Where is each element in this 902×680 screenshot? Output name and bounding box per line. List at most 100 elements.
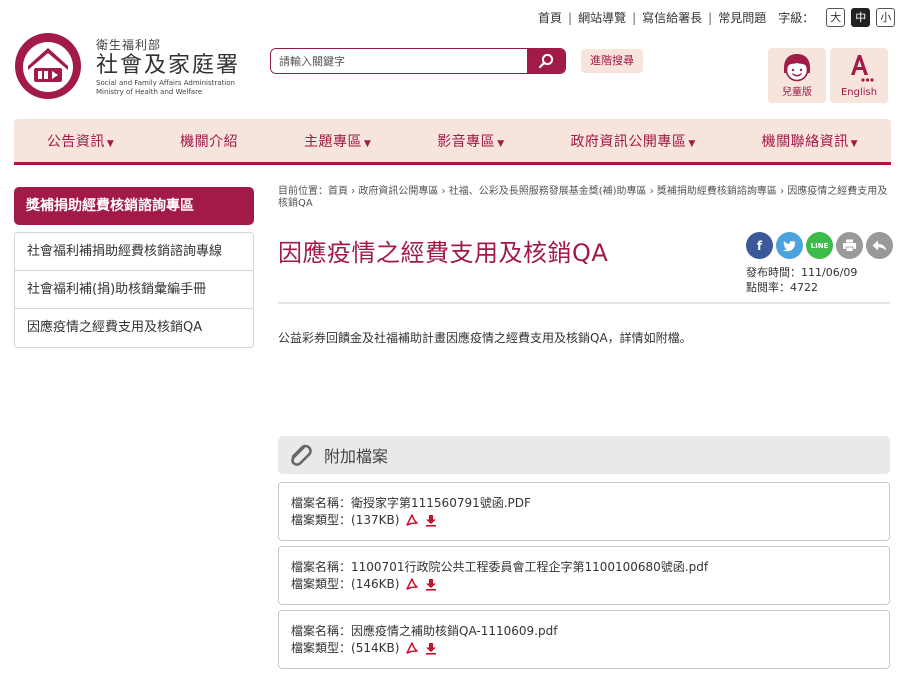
publish-date-row: 發布時間：111/06/09 [746, 265, 857, 280]
breadcrumb-gov-info[interactable]: 政府資訊公開專區 [358, 186, 438, 197]
search-button[interactable] [527, 49, 565, 73]
sidebar-item-handbook[interactable]: 社會福利補(捐)助核銷彙編手冊 [15, 271, 253, 309]
print-icon[interactable] [836, 232, 863, 259]
file-name[interactable]: 衛授家字第111560791號函.PDF [351, 495, 531, 512]
divider: | [632, 10, 637, 25]
caret-down-icon: ▼ [363, 138, 372, 149]
pdf-icon[interactable] [405, 514, 419, 527]
file-type-row: 檔案類型： (146KB) [291, 576, 877, 593]
letter-a-icon [851, 55, 874, 82]
advanced-search-button[interactable]: 進階搜尋 [581, 49, 643, 73]
file-name[interactable]: 因應疫情之補助核銷QA-1110609.pdf [351, 623, 557, 640]
divider: | [568, 10, 573, 25]
paperclip-icon [291, 444, 312, 466]
sidebar-item-hotline[interactable]: 社會福利補捐助經費核銷諮詢專線 [15, 233, 253, 271]
nav-media[interactable]: 影音專區 ▼ [437, 131, 504, 151]
line-share-icon[interactable]: LINE [806, 232, 833, 259]
logo-text: 衛生福利部 社會及家庭署 Social and Family Affairs A… [96, 36, 240, 97]
article-meta: 發布時間：111/06/09 點閱率：4722 [746, 265, 857, 295]
attachment-item: 檔案名稱： 因應疫情之補助核銷QA-1110609.pdf 檔案類型： (514KB… [278, 610, 890, 669]
breadcrumb-home[interactable]: 首頁 [328, 186, 348, 197]
search-icon [538, 53, 554, 69]
hits-count: 4722 [790, 281, 818, 294]
file-type-row: 檔案類型： (137KB) [291, 512, 877, 529]
logo-en-line2: Ministry of Health and Welfare [96, 87, 203, 96]
hits-row: 點閱率：4722 [746, 280, 857, 295]
file-size: (146KB) [351, 577, 400, 591]
pdf-icon[interactable] [405, 642, 419, 655]
caret-down-icon: ▼ [497, 138, 505, 149]
logo-en-line1: Social and Family Affairs Administration [96, 78, 235, 87]
title-divider [278, 302, 890, 304]
logo-emblem-icon [15, 33, 81, 99]
main-nav: 公告資訊 ▼ 機關介紹 主題專區 ▼ 影音專區 ▼ 政府資訊公開專區 ▼ 機關聯絡資訊 ▼ [14, 119, 891, 165]
kids-version-label: 兒童版 [782, 87, 812, 98]
twitter-share-icon[interactable] [776, 232, 803, 259]
file-type-label: 檔案類型： [291, 641, 352, 655]
kids-version-button[interactable]: 兒童版 [768, 48, 826, 103]
font-size-medium-button[interactable]: 中 [851, 8, 871, 27]
caret-down-icon: ▼ [850, 138, 859, 149]
file-name-row: 檔案名稱： 衛授家字第111560791號函.PDF [291, 495, 877, 512]
sidebar-item-covid-qa[interactable]: 因應疫情之經費支用及核銷QA [15, 309, 253, 347]
attachments-title: 附加檔案 [324, 447, 389, 466]
nav-about[interactable]: 機關介紹 [180, 131, 238, 151]
caret-down-icon: ▼ [106, 138, 115, 149]
top-link-sitemap[interactable]: 網站導覽 [578, 9, 626, 26]
sidebar-heading: 獎補捐助經費核銷諮詢專區 [14, 187, 254, 225]
file-size: (137KB) [351, 513, 400, 527]
font-size-large-button[interactable]: 大 [826, 8, 846, 27]
download-icon[interactable] [425, 578, 437, 591]
nav-contact[interactable]: 機關聯絡資訊 ▼ [762, 131, 858, 151]
search-input[interactable] [271, 49, 527, 73]
file-name-label: 檔案名稱： [291, 560, 352, 574]
attachment-item: 檔案名稱： 1100701行政院公共工程委員會工程企字第1100100680號函.… [278, 546, 890, 605]
breadcrumb-consult[interactable]: 獎補捐助經費核銷諮詢專區 [657, 186, 777, 197]
file-name[interactable]: 1100701行政院公共工程委員會工程企字第1100100680號函.pdf [351, 559, 708, 576]
download-icon[interactable] [425, 514, 437, 527]
top-link-mail-director[interactable]: 寫信給署長 [642, 9, 702, 26]
breadcrumb: 目前位置：首頁 › 政府資訊公開專區 › 社福、公彩及長照服務發展基金獎(補)助… [278, 186, 888, 209]
english-version-label: English [840, 87, 878, 98]
file-type-row: 檔案類型： (514KB) [291, 640, 877, 657]
file-name-label: 檔案名稱： [291, 496, 352, 510]
file-type-label: 檔案類型： [291, 577, 352, 591]
search-bar [270, 48, 566, 74]
article-body: 公益彩券回饋金及社福補助計畫因應疫情之經費支用及核銷QA，詳情如附檔。 [278, 331, 692, 345]
site-logo[interactable]: 衛生福利部 社會及家庭署 Social and Family Affairs A… [14, 32, 240, 100]
nav-gov-info[interactable]: 政府資訊公開專區 ▼ [570, 131, 695, 151]
breadcrumb-fund[interactable]: 社福、公彩及長照服務發展基金獎(補)助專區 [449, 186, 647, 197]
nav-label: 機關介紹 [180, 133, 239, 150]
nav-label: 影音專區 [437, 133, 496, 150]
download-icon[interactable] [425, 642, 437, 655]
nav-label: 公告資訊 [46, 133, 105, 150]
top-link-faq[interactable]: 常見問題 [718, 9, 766, 26]
facebook-share-icon[interactable]: f [746, 232, 773, 259]
page-title: 因應疫情之經費支用及核銷QA [278, 239, 609, 267]
pdf-icon[interactable] [405, 578, 419, 591]
divider: | [708, 10, 713, 25]
file-name-row: 檔案名稱： 1100701行政院公共工程委員會工程企字第1100100680號函.… [291, 559, 877, 576]
file-size: (514KB) [351, 641, 400, 655]
file-type-label: 檔案類型： [291, 513, 352, 527]
top-links: 首頁 | 網站導覽 | 寫信給署長 | 常見問題 字級： 大 中 小 [538, 8, 896, 27]
attachment-item: 檔案名稱： 衛授家字第111560791號函.PDF 檔案類型： (137KB) [278, 482, 890, 541]
file-name-label: 檔案名稱： [291, 624, 352, 638]
nav-label: 機關聯絡資訊 [761, 133, 849, 150]
publish-date-label: 發布時間： [746, 266, 801, 279]
sidebar-list: 社會福利補捐助經費核銷諮詢專線 社會福利補(捐)助核銷彙編手冊 因應疫情之經費支… [14, 232, 254, 348]
logo-name: 社會及家庭署 [96, 52, 241, 78]
back-icon[interactable] [866, 232, 893, 259]
child-face-icon [784, 54, 810, 82]
logo-ministry: 衛生福利部 [96, 37, 162, 52]
english-version-button[interactable]: English [830, 48, 888, 103]
font-size-small-button[interactable]: 小 [876, 8, 896, 27]
caret-down-icon: ▼ [688, 138, 696, 149]
font-size-label: 字級： [778, 11, 815, 25]
nav-topics[interactable]: 主題專區 ▼ [304, 131, 371, 151]
nav-announcements[interactable]: 公告資訊 ▼ [47, 131, 114, 151]
share-bar: f LINE [746, 232, 896, 259]
hits-label: 點閱率： [746, 281, 790, 294]
top-link-home[interactable]: 首頁 [538, 9, 562, 26]
file-name-row: 檔案名稱： 因應疫情之補助核銷QA-1110609.pdf [291, 623, 877, 640]
